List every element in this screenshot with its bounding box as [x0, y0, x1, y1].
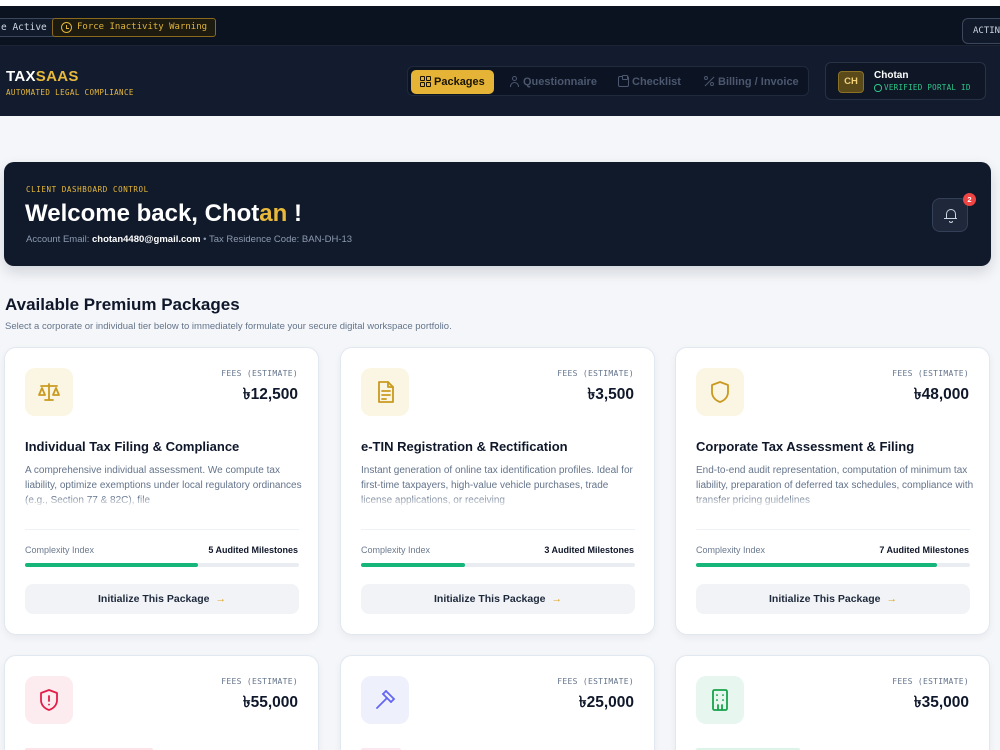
document-icon: [361, 368, 409, 416]
arrow-right-icon: →: [215, 593, 226, 605]
tab-billing-invoice[interactable]: Billing / Invoice: [702, 70, 799, 94]
complexity-bar: [361, 563, 635, 567]
building-icon: [696, 676, 744, 724]
package-description: End-to-end audit representation, computa…: [696, 465, 974, 508]
fee-value: ৳55,000: [242, 694, 298, 711]
tab-packages[interactable]: Packages: [411, 70, 494, 94]
account-email: chotan4480@gmail.com: [92, 234, 201, 245]
milestones-count: 7 Audited Milestones: [879, 545, 969, 555]
clock-icon: [61, 22, 72, 33]
tab-questionnaire[interactable]: Questionnaire: [507, 70, 597, 94]
fee-value: ৳12,500: [242, 386, 298, 403]
tab-checklist[interactable]: Checklist: [616, 70, 681, 94]
package-description: Instant generation of online tax identif…: [361, 463, 639, 508]
package-card: FEES (ESTIMATE) ৳35,000: [675, 655, 990, 750]
user-profile-chip[interactable]: CH Chotan VERIFIED PORTAL ID: [825, 62, 986, 100]
milestones-count: 5 Audited Milestones: [208, 545, 298, 555]
user-icon: [509, 76, 520, 87]
initialize-package-button[interactable]: Initialize This Package →: [696, 584, 970, 614]
initialize-package-button[interactable]: Initialize This Package →: [25, 584, 299, 614]
session-action-button[interactable]: ACTIN: [962, 18, 1000, 44]
fee-value: ৳3,500: [587, 386, 634, 403]
scales-icon: [25, 368, 73, 416]
complexity-label: Complexity Index: [25, 545, 95, 555]
shield-icon: [696, 368, 744, 416]
force-inactivity-warning-button[interactable]: Force Inactivity Warning: [52, 18, 217, 37]
grid-icon: [420, 76, 431, 87]
divider: [696, 529, 970, 530]
complexity-bar: [25, 563, 299, 567]
session-active-pill: e Active: [0, 18, 56, 37]
verified-status: VERIFIED PORTAL ID: [874, 83, 971, 92]
session-status-bar: e Active Force Inactivity Warning ACTIN: [0, 6, 1000, 46]
app-tagline: AUTOMATED LEGAL COMPLIANCE: [6, 88, 134, 97]
app-header: TAXSAAS AUTOMATED LEGAL COMPLIANCE Packa…: [0, 46, 1000, 116]
avatar: CH: [838, 71, 864, 93]
main-nav: Packages Questionnaire Checklist Billing…: [407, 66, 809, 96]
bell-icon: [944, 209, 957, 220]
account-meta: Account Email: chotan4480@gmail.com • Ta…: [26, 234, 353, 245]
user-name: Chotan: [874, 70, 909, 81]
package-card: FEES (ESTIMATE) ৳12,500 Individual Tax F…: [4, 347, 319, 635]
initialize-package-button[interactable]: Initialize This Package →: [361, 584, 635, 614]
package-title: e-TIN Registration & Rectification: [361, 439, 568, 454]
complexity-bar: [696, 563, 970, 567]
fee-label: FEES (ESTIMATE): [221, 677, 298, 686]
fee-value: ৳48,000: [913, 386, 969, 403]
banner-eyebrow: CLIENT DASHBOARD CONTROL: [26, 185, 149, 194]
fee-label: FEES (ESTIMATE): [557, 677, 634, 686]
complexity-label: Complexity Index: [696, 545, 766, 555]
section-subtitle: Select a corporate or individual tier be…: [5, 321, 452, 332]
app-logo[interactable]: TAXSAAS: [6, 68, 79, 85]
section-title: Available Premium Packages: [5, 295, 240, 314]
package-description: A comprehensive individual assessment. W…: [25, 465, 303, 508]
fee-label: FEES (ESTIMATE): [557, 369, 634, 378]
warning-label: Force Inactivity Warning: [77, 22, 208, 32]
clipboard-icon: [618, 75, 629, 87]
welcome-heading: Welcome back, Chotan !: [25, 200, 302, 227]
percent-icon: [704, 76, 715, 87]
fee-value: ৳35,000: [913, 694, 969, 711]
complexity-fill: [361, 563, 466, 567]
fee-label: FEES (ESTIMATE): [892, 369, 969, 378]
complexity-fill: [696, 563, 938, 567]
package-title: Corporate Tax Assessment & Filing: [696, 439, 915, 454]
gavel-icon: [361, 676, 409, 724]
welcome-banner: CLIENT DASHBOARD CONTROL Welcome back, C…: [4, 162, 991, 266]
shield-alert-icon: [25, 676, 73, 724]
package-card: FEES (ESTIMATE) ৳3,500 e-TIN Registratio…: [340, 347, 655, 635]
milestones-count: 3 Audited Milestones: [544, 545, 634, 555]
package-card: FEES (ESTIMATE) ৳25,000: [340, 655, 655, 750]
complexity-label: Complexity Index: [361, 545, 431, 555]
notifications-button[interactable]: 2: [932, 193, 976, 232]
package-card: FEES (ESTIMATE) ৳55,000: [4, 655, 319, 750]
divider: [361, 529, 635, 530]
tax-residence-code: Tax Residence Code: BAN-DH-13: [208, 234, 353, 245]
package-title: Individual Tax Filing & Compliance: [25, 439, 240, 454]
arrow-right-icon: →: [886, 593, 897, 605]
fee-value: ৳25,000: [578, 694, 634, 711]
fee-label: FEES (ESTIMATE): [221, 369, 298, 378]
arrow-right-icon: →: [551, 593, 562, 605]
fee-label: FEES (ESTIMATE): [892, 677, 969, 686]
complexity-fill: [25, 563, 198, 567]
divider: [25, 529, 299, 530]
check-circle-icon: [874, 84, 882, 92]
package-card: FEES (ESTIMATE) ৳48,000 Corporate Tax As…: [675, 347, 990, 635]
notification-count-badge: 2: [963, 193, 976, 206]
